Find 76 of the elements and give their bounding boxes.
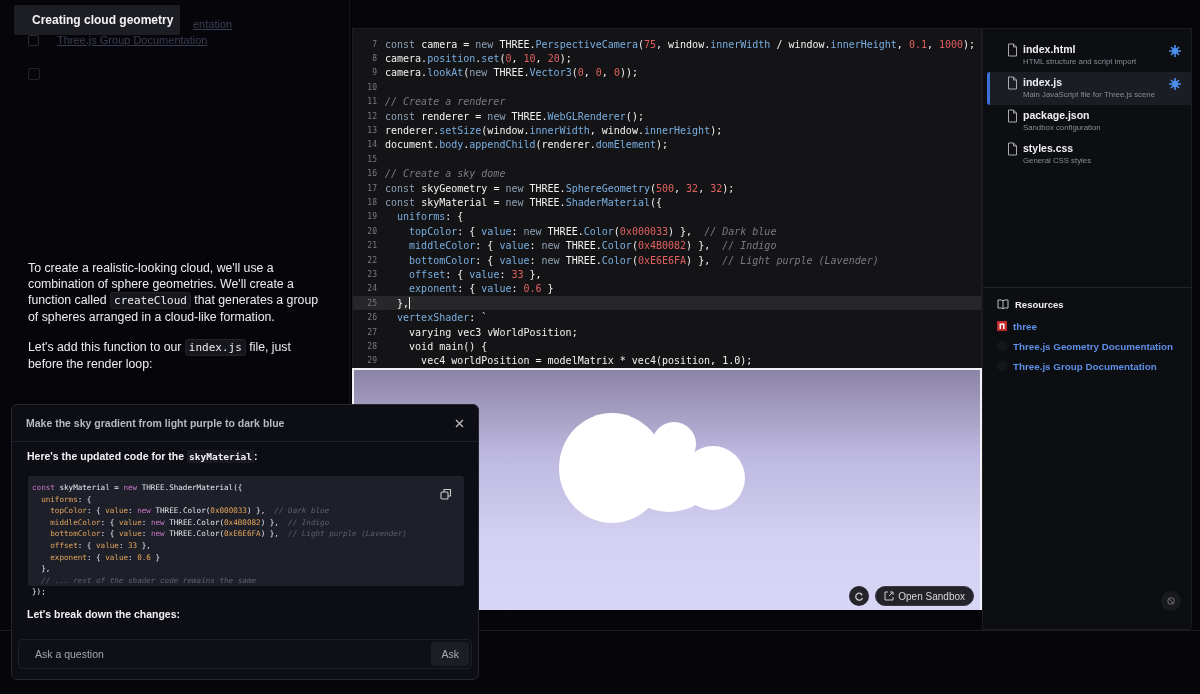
code-line: middleColor: { value: new THREE.Color(0x4B0082) }, // Indigo (408, 240, 777, 252)
code-line: bottomColor: { value: new THREE.Color(0xE6E6FA) }, // Light purple (Lavender) (408, 254, 879, 266)
line-number: 14 (366, 140, 378, 150)
code-line: offset: { value: 33 }, (408, 268, 542, 280)
tooltip: Creating cloud geometry (14, 5, 180, 35)
line-number: 20 (366, 226, 378, 236)
code-line: const skyMaterial = new THREE.ShaderMaterial({ (385, 197, 662, 208)
file-name: index.js (1023, 76, 1064, 88)
code-line: const camera = new THREE.PerspectiveCamera(75, window.innerWidth / window.innerHeight, 0.1, 1000); (385, 38, 976, 50)
line-number: 23 (366, 269, 378, 279)
code-line: topColor: { value: new THREE.Color(0x000033) }, // Dark blue (408, 225, 777, 237)
line-number: 29 (366, 356, 378, 366)
code-line: void main() { (408, 340, 488, 352)
line-number: 22 (366, 255, 378, 265)
response-text: Let's break down the changes: (27, 608, 182, 620)
line-number: 15 (366, 154, 378, 164)
chat-paragraph: Let's add this function to our index.js file, just before the render loop: (28, 339, 292, 372)
package-icon (997, 321, 1007, 331)
code-line: // Create a renderer (385, 96, 506, 108)
close-icon (455, 418, 464, 428)
code-line: vertexShader: ` (396, 312, 488, 324)
line-number: 25 (366, 298, 378, 308)
code-line: camera.position.set(0, 10, 20); (385, 53, 572, 65)
file-name: styles.css (1023, 142, 1075, 154)
book-icon (997, 298, 1009, 310)
code-line: exponent: { value: 0.6 } (408, 283, 554, 295)
resource-link[interactable]: three (1013, 320, 1037, 332)
code-line: renderer.setSize(window.innerWidth, window.innerHeight); (385, 125, 723, 137)
line-number: 18 (366, 198, 378, 207)
code-line: camera.lookAt(new THREE.Vector3(0, 0, 0)); (385, 67, 638, 79)
code-line: uniforms: { (396, 211, 464, 223)
response-text: Here's the updated code for the skyMaterial : (27, 450, 259, 462)
code-line: const skyGeometry = new THREE.SphereGeometry(500, 32, 32); (385, 182, 735, 194)
file-icon (1007, 76, 1018, 90)
code-line: document.body.appendChild(renderer.domElement); (385, 139, 669, 151)
line-number: 24 (366, 284, 378, 294)
external-link-icon (884, 591, 895, 601)
code-line: }, (396, 297, 410, 309)
line-number: 7 (371, 39, 378, 49)
line-number: 19 (366, 212, 378, 222)
copy-icon[interactable] (440, 488, 452, 500)
code-line: vec4 worldPosition = modelMatrix * vec4(position, 1.0); (420, 355, 753, 367)
resources-heading: Resources (1015, 298, 1064, 310)
code-line: const renderer = new THREE.WebGLRenderer(); (385, 110, 644, 122)
open-sandbox-button[interactable]: Open Sandbox (875, 586, 974, 606)
line-number: 21 (366, 241, 378, 251)
file-name: index.html (1023, 43, 1077, 55)
file-icon (1007, 142, 1018, 156)
line-number: 26 (366, 313, 378, 323)
line-number: 9 (371, 68, 378, 78)
file-name: package.json (1023, 109, 1091, 121)
line-number: 28 (366, 341, 378, 351)
code-line: varying vec3 vWorldPosition; (408, 326, 578, 338)
resource-link[interactable]: Three.js Group Documentation (1013, 360, 1157, 372)
popup-title: Make the sky gradient from light purple to dark blue (26, 417, 285, 429)
question-field[interactable]: Ask a question Ask (18, 639, 472, 669)
ask-button[interactable]: Ask (431, 642, 469, 666)
close-button[interactable] (455, 418, 464, 428)
line-number: 12 (366, 111, 378, 121)
text-cursor (409, 297, 411, 310)
code-line: // Create a sky dome (385, 168, 506, 180)
block-icon (1167, 596, 1175, 606)
disable-button[interactable] (1161, 591, 1181, 611)
line-number: 8 (371, 54, 378, 64)
line-number: 11 (366, 97, 378, 107)
line-number: 17 (366, 183, 378, 193)
line-number: 27 (366, 327, 378, 337)
file-icon (1007, 43, 1018, 57)
chat-paragraph: To create a realistic-looking cloud, we'll use a combination of sphere geometries. We'll create a function called createCloud that generates a group of spheres arranged in a cloud-like formation. (28, 260, 320, 325)
line-number: 13 (366, 126, 378, 136)
file-icon (1007, 109, 1018, 123)
line-number: 16 (366, 169, 378, 179)
line-number: 10 (366, 82, 378, 92)
refresh-icon (853, 590, 865, 602)
faded-icon (28, 68, 40, 80)
resource-link[interactable]: Three.js Geometry Documentation (1013, 340, 1174, 352)
